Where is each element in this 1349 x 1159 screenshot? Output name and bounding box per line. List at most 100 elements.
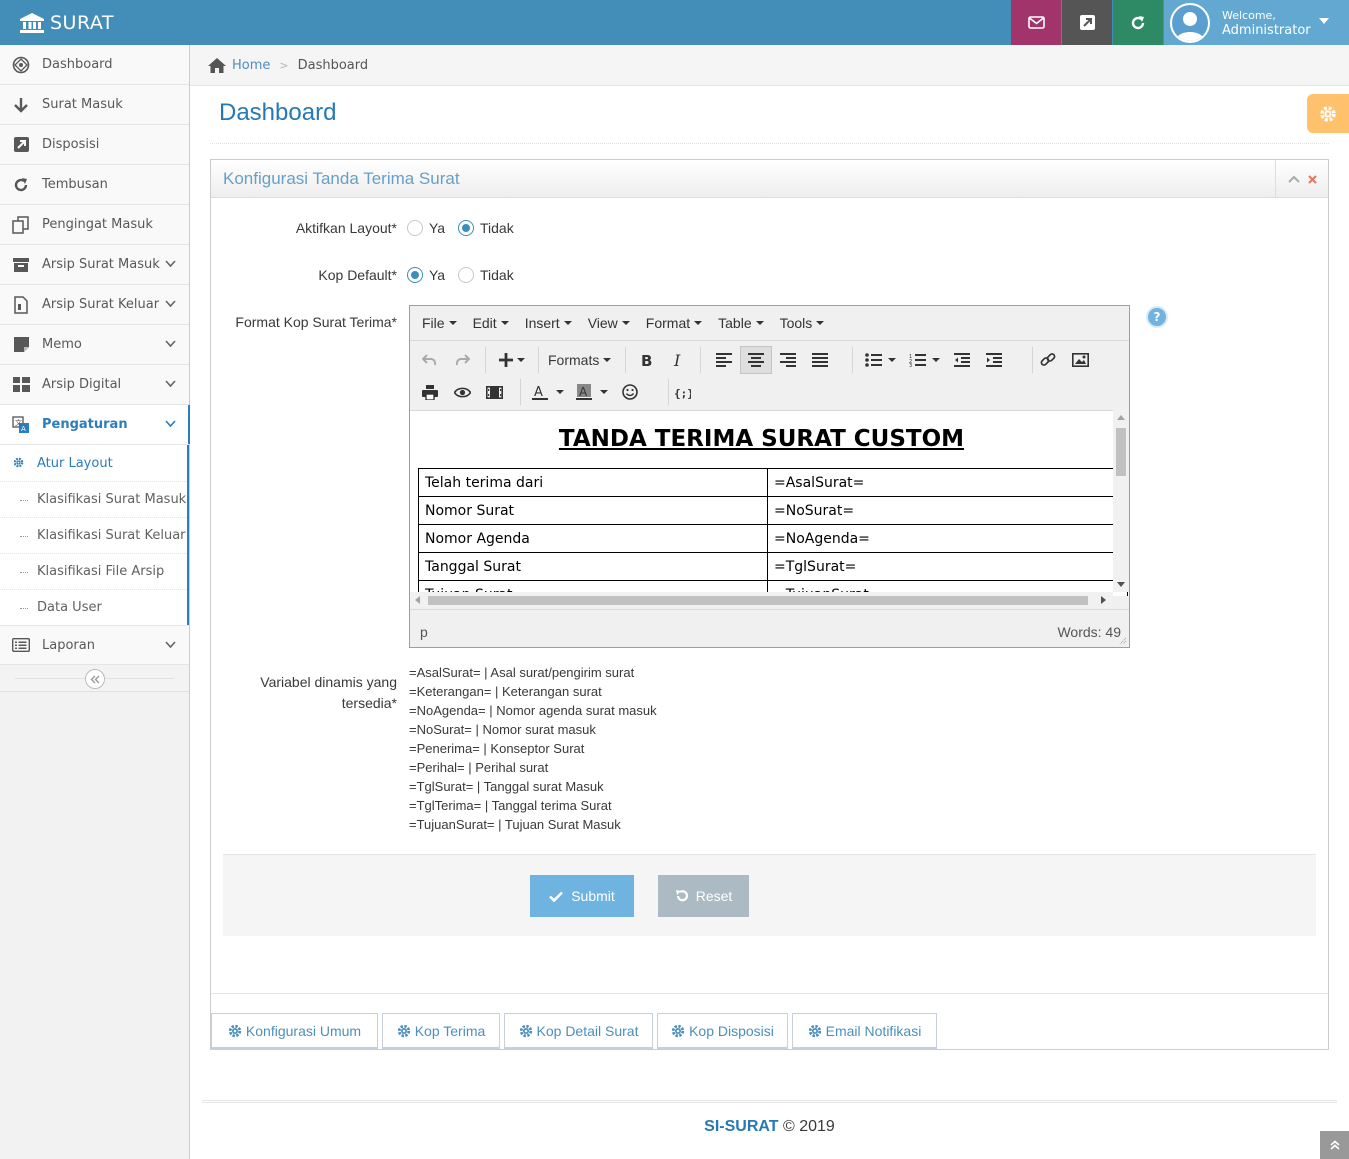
sidebar-item-pengaturan[interactable]: A文 Pengaturan [0, 405, 190, 445]
aktifkan-layout-tidak-radio[interactable]: Tidak [458, 220, 514, 236]
kop-default-tidak-radio[interactable]: Tidak [458, 267, 514, 283]
align-center-button[interactable] [740, 346, 772, 374]
help-button[interactable]: ? [1146, 306, 1168, 328]
menu-label: Tools [779, 315, 813, 331]
align-center-icon [748, 353, 764, 367]
user-menu[interactable]: Welcome, Administrator [1164, 0, 1349, 45]
collapse-sidebar-button[interactable] [85, 669, 105, 689]
undo-button[interactable] [414, 346, 446, 374]
sidebar-item-arsip-surat-masuk[interactable]: Arsip Surat Masuk [0, 245, 189, 285]
undo-icon [422, 354, 437, 366]
redo-button[interactable] [446, 346, 478, 374]
emoticons-button[interactable] [614, 378, 646, 406]
sidebar-item-label: Arsip Surat Masuk [42, 257, 160, 272]
print-button[interactable] [414, 378, 446, 406]
submenu-label: Atur Layout [37, 455, 113, 471]
kop-default-label: Kop Default* [318, 267, 397, 283]
language-icon: A文 [12, 415, 29, 433]
app-brand[interactable]: SURAT [20, 0, 114, 45]
sidebar-item-laporan[interactable]: Laporan [0, 625, 189, 665]
submenu-klasifikasi-surat-keluar[interactable]: Klasifikasi Surat Keluar [0, 517, 187, 553]
submenu-klasifikasi-file-arsip[interactable]: Klasifikasi File Arsip [0, 553, 187, 589]
formats-dropdown[interactable]: Formats [548, 346, 612, 374]
scroll-right-arrow-icon [1101, 596, 1106, 604]
resize-handle-icon[interactable] [1119, 637, 1127, 645]
aktifkan-layout-ya-radio[interactable]: Ya [407, 220, 445, 236]
menu-insert[interactable]: Insert [517, 315, 580, 331]
sidebar-item-label: Memo [42, 337, 82, 352]
menu-format[interactable]: Format [638, 315, 710, 331]
tab-kop-disposisi[interactable]: Kop Disposisi [657, 1013, 788, 1049]
media-button[interactable] [478, 378, 510, 406]
submenu-data-user[interactable]: Data User [0, 589, 187, 625]
indent-button[interactable] [978, 346, 1010, 374]
mail-button[interactable] [1011, 0, 1061, 45]
menu-table[interactable]: Table [710, 315, 771, 331]
element-path[interactable]: p [420, 624, 428, 640]
sidebar-item-memo[interactable]: Memo [0, 325, 189, 365]
tab-email-notifikasi[interactable]: Email Notifikasi [792, 1013, 937, 1049]
sidebar: Dashboard Surat Masuk Disposisi Tembusan… [0, 45, 190, 1159]
align-justify-icon [812, 353, 828, 367]
editor-vertical-scrollbar[interactable] [1113, 410, 1129, 592]
submit-button[interactable]: Submit [530, 875, 634, 917]
footer-copyright: © 2019 [783, 1118, 835, 1135]
image-button[interactable] [1064, 346, 1096, 374]
refresh-button[interactable] [1113, 0, 1163, 45]
share-square-icon [1079, 15, 1095, 30]
align-right-button[interactable] [772, 346, 804, 374]
chevron-down-icon [165, 260, 176, 268]
reset-button[interactable]: Reset [658, 875, 749, 917]
tab-kop-detail-surat[interactable]: Kop Detail Surat [504, 1013, 653, 1049]
menu-label: Insert [524, 315, 560, 331]
menu-file[interactable]: File [414, 315, 465, 331]
document-title: TANDA TERIMA SURAT CUSTOM [558, 426, 965, 452]
kop-default-ya-radio[interactable]: Ya [407, 267, 445, 283]
welcome-label: Welcome, [1222, 8, 1276, 22]
editor-horizontal-scrollbar[interactable] [410, 592, 1113, 608]
editor-content-area[interactable]: TANDA TERIMA SURAT CUSTOM Telah terima d… [410, 410, 1129, 596]
submenu-klasifikasi-surat-masuk[interactable]: Klasifikasi Surat Masuk [0, 481, 187, 517]
submenu-atur-layout[interactable]: Atur Layout [0, 445, 187, 481]
align-left-button[interactable] [708, 346, 740, 374]
tab-kop-terima[interactable]: Kop Terima [382, 1013, 500, 1049]
scroll-to-top-button[interactable] [1320, 1131, 1349, 1159]
sidebar-item-dashboard[interactable]: Dashboard [0, 45, 189, 85]
template-variable-button[interactable]: {;} [666, 378, 698, 406]
bold-button[interactable]: B [631, 346, 663, 374]
svg-text:{;}: {;} [674, 387, 691, 399]
link-button[interactable] [1032, 346, 1064, 374]
align-justify-button[interactable] [804, 346, 836, 374]
sidebar-item-surat-masuk[interactable]: Surat Masuk [0, 85, 189, 125]
submit-label: Submit [571, 888, 615, 904]
outdent-button[interactable] [946, 346, 978, 374]
sidebar-item-disposisi[interactable]: Disposisi [0, 125, 189, 165]
bullet-list-button[interactable] [858, 346, 902, 374]
menu-tools[interactable]: Tools [772, 315, 833, 331]
ace-settings-button[interactable] [1307, 94, 1349, 133]
sidebar-item-tembusan[interactable]: Tembusan [0, 165, 189, 205]
sidebar-item-arsip-surat-keluar[interactable]: Arsip Surat Keluar [0, 285, 189, 325]
edit-button[interactable] [1062, 0, 1112, 45]
preview-button[interactable] [446, 378, 478, 406]
eye-icon [453, 387, 471, 397]
list-item: =TglSurat= | Tanggal surat Masuk [409, 779, 604, 794]
menu-edit[interactable]: Edit [465, 315, 517, 331]
sidebar-item-pengingat-masuk[interactable]: Pengingat Masuk [0, 205, 189, 245]
close-icon[interactable] [1307, 174, 1317, 184]
chevron-up-icon[interactable] [1287, 175, 1300, 183]
insert-button[interactable] [494, 346, 530, 374]
editor-code-buttons: {;} [666, 378, 698, 406]
indent-icon [986, 353, 1002, 367]
tab-konfigurasi-umum[interactable]: Konfigurasi Umum [211, 1013, 378, 1049]
italic-button[interactable]: I [663, 346, 695, 374]
sidebar-item-arsip-digital[interactable]: Arsip Digital [0, 365, 189, 405]
footer: SI-SURAT © 2019 [190, 1118, 1349, 1136]
radio-label: Ya [429, 267, 446, 283]
text-color-button[interactable]: A [526, 378, 570, 406]
breadcrumb-home-link[interactable]: Home [232, 58, 270, 73]
numbered-list-button[interactable]: 123 [902, 346, 946, 374]
background-color-button[interactable]: A [570, 378, 614, 406]
double-angle-up-icon [1329, 1140, 1340, 1150]
menu-view[interactable]: View [580, 315, 638, 331]
